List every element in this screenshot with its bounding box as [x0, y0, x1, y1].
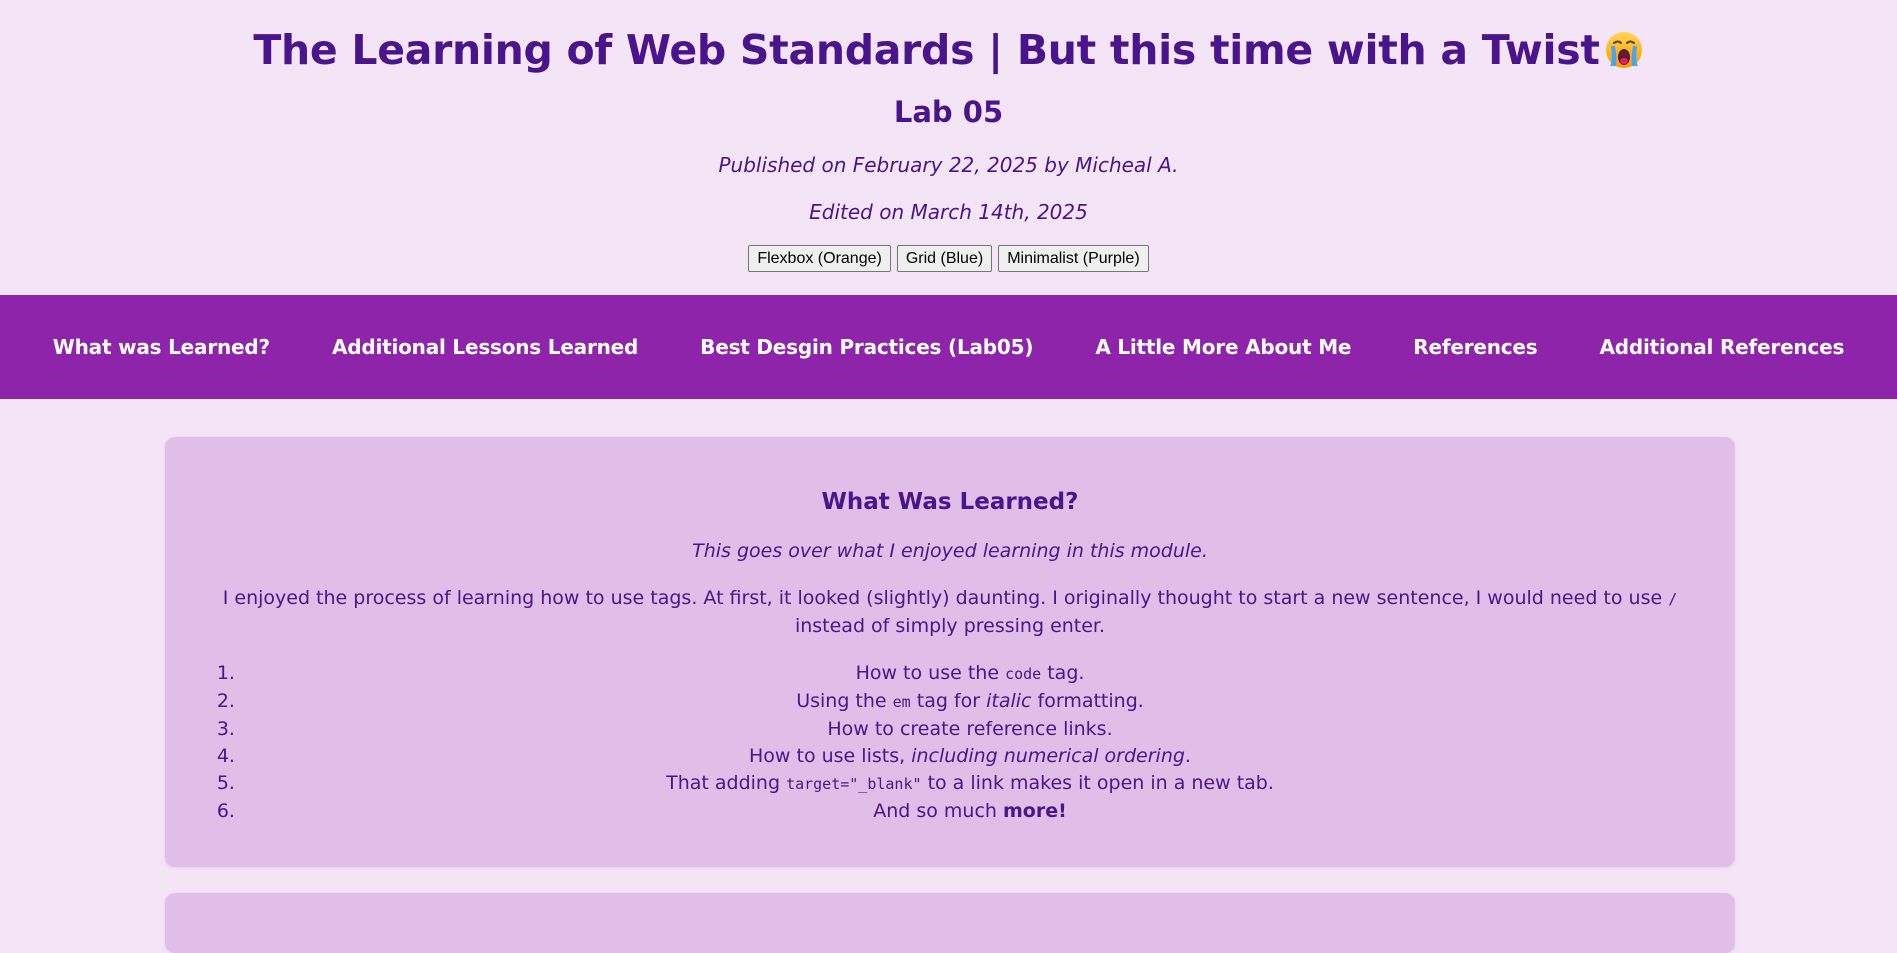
list-item: Using the em tag for italic formatting.: [241, 688, 1699, 716]
nav-link-what-was-learned[interactable]: What was Learned?: [53, 335, 270, 359]
list-item-text: How to use the: [855, 662, 1006, 684]
nav-link-references[interactable]: References: [1413, 335, 1537, 359]
list-item-text: That adding: [666, 772, 787, 794]
section-subtitle: This goes over what I enjoyed learning i…: [692, 540, 1208, 562]
list-item-strong: more!: [1003, 800, 1067, 822]
list-item-emphasis: including numerical ordering: [911, 745, 1185, 767]
list-item-text: .: [1184, 745, 1191, 767]
list-item-text: tag for: [910, 690, 987, 712]
nav-link-additional-references[interactable]: Additional References: [1600, 335, 1845, 359]
section-body: I enjoyed the process of learning how to…: [201, 585, 1699, 640]
published-date: Published on February 22, 2025 by Michea…: [718, 153, 1179, 177]
body-code: /: [1668, 590, 1678, 608]
list-item: How to use lists, including numerical or…: [241, 743, 1699, 770]
list-item-emphasis: italic: [986, 690, 1032, 712]
list-item: And so much more!: [241, 798, 1699, 825]
next-section-card: [165, 893, 1735, 953]
body-text-end: instead of simply pressing enter.: [794, 615, 1106, 637]
list-item: That adding target="_blank" to a link ma…: [241, 770, 1699, 798]
learned-list: How to use the code tag. Using the em ta…: [201, 660, 1699, 825]
edited-date: Edited on March 14th, 2025: [809, 200, 1088, 224]
list-item-text: And so much: [873, 800, 1003, 822]
list-item-code: em: [892, 693, 911, 711]
list-item-text: formatting.: [1031, 690, 1144, 712]
list-item: How to create reference links.: [241, 716, 1699, 743]
list-item-text: to a link makes it open in a new tab.: [921, 772, 1274, 794]
section-title: What Was Learned?: [821, 489, 1079, 515]
nav-link-about-me[interactable]: A Little More About Me: [1095, 335, 1351, 359]
site-title: The Learning of Web Standards | But this…: [0, 24, 1897, 76]
list-item-text: How to use lists,: [749, 745, 912, 767]
nav-link-best-design-practices[interactable]: Best Desgin Practices (Lab05): [700, 335, 1033, 359]
site-header: The Learning of Web Standards | But this…: [0, 0, 1897, 272]
theme-grid-blue-button[interactable]: Grid (Blue): [896, 245, 993, 272]
theme-switcher: Flexbox (Orange) Grid (Blue) Minimalist …: [0, 245, 1897, 272]
lab-title: Lab 05: [893, 95, 1004, 129]
list-item-text: tag.: [1041, 662, 1085, 684]
body-text-start: I enjoyed the process of learning how to…: [222, 587, 1663, 609]
list-item: How to use the code tag.: [241, 660, 1699, 688]
list-item-text: How to create reference links.: [827, 718, 1113, 740]
theme-flexbox-orange-button[interactable]: Flexbox (Orange): [748, 245, 891, 272]
list-item-code: code: [1005, 665, 1042, 683]
theme-minimalist-purple-button[interactable]: Minimalist (Purple): [998, 245, 1149, 272]
nav-link-additional-lessons[interactable]: Additional Lessons Learned: [332, 335, 638, 359]
crying-face-emoji-icon: [1604, 30, 1644, 70]
list-item-text: Using the: [796, 690, 893, 712]
what-was-learned-section: What Was Learned? This goes over what I …: [165, 437, 1735, 867]
main-navigation: What was Learned? Additional Lessons Lea…: [0, 295, 1897, 399]
list-item-code: target="_blank": [786, 775, 922, 793]
site-title-text: The Learning of Web Standards | But this…: [253, 26, 1600, 74]
